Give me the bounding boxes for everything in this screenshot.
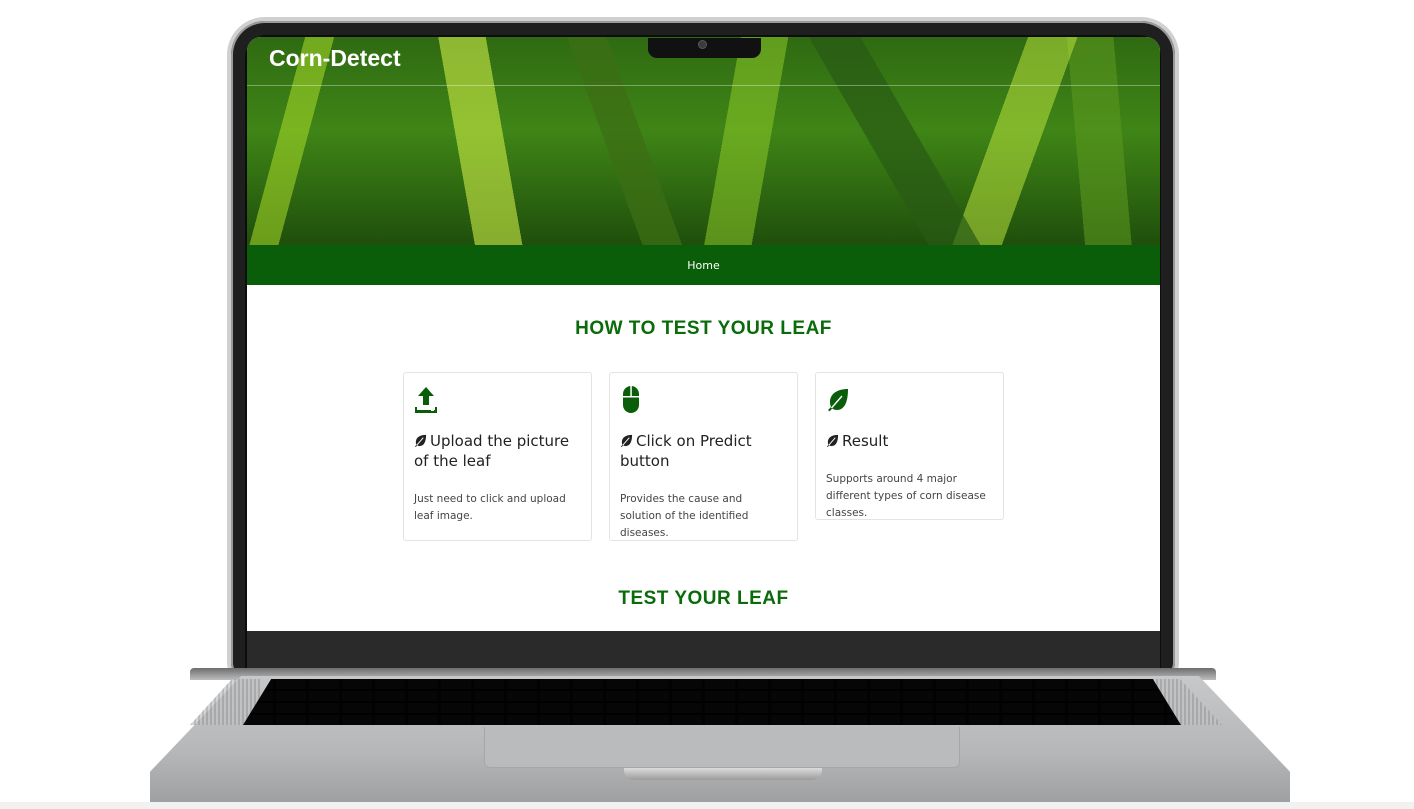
step-card-title-text: Click on Predict button [620, 432, 752, 470]
hero-divider [247, 85, 1160, 86]
leaf-icon [620, 434, 633, 447]
step-card-text: Supports around 4 major different types … [826, 473, 986, 519]
laptop-keyboard [243, 679, 1181, 725]
step-card-result: Result Supports around 4 major different… [815, 372, 1004, 520]
lid-opening-notch [624, 768, 822, 780]
laptop-screen: Corn-Detect Home HOW TO TEST YOUR LEAF U… [247, 37, 1160, 631]
camera-notch [648, 38, 761, 58]
trackpad [484, 727, 960, 768]
hero-banner: Corn-Detect [247, 37, 1160, 245]
main-navbar: Home [247, 245, 1160, 285]
leaf-icon [826, 434, 839, 447]
leaf-icon [828, 389, 848, 412]
upload-icon [415, 387, 437, 413]
mouse-icon [623, 386, 639, 413]
step-card-title: Click on Predict button [620, 431, 787, 471]
step-card-text: Just need to click and upload leaf image… [414, 493, 566, 522]
laptop-chin [247, 631, 1160, 671]
test-leaf-title: TEST YOUR LEAF [618, 588, 789, 609]
step-card-title: Upload the picture of the leaf [414, 431, 581, 471]
nav-home-link[interactable]: Home [687, 259, 719, 272]
step-card-title: Result [826, 431, 993, 451]
floor-shadow [0, 802, 1414, 809]
step-card-title-text: Result [842, 432, 889, 450]
step-card-upload: Upload the picture of the leaf Just need… [403, 372, 592, 541]
how-to-title: HOW TO TEST YOUR LEAF [575, 318, 832, 339]
brand-logo-link[interactable]: Corn-Detect [269, 45, 401, 72]
camera-icon [698, 40, 707, 49]
step-card-predict: Click on Predict button Provides the cau… [609, 372, 798, 541]
step-card-text: Provides the cause and solution of the i… [620, 493, 749, 539]
leaf-icon [414, 434, 427, 447]
step-card-title-text: Upload the picture of the leaf [414, 432, 570, 470]
